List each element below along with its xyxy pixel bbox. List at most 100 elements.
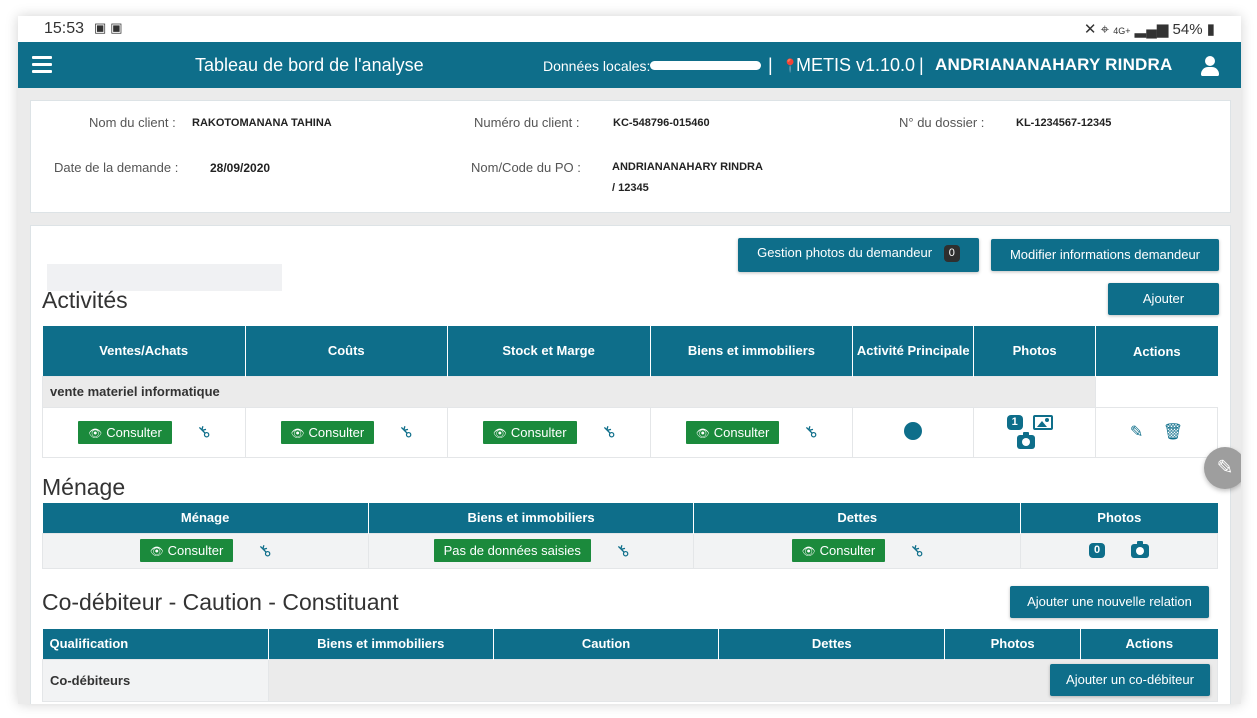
actions-cell: ✎ 🗑 (1095, 406, 1218, 458)
app-version: METIS v1.10.0 (796, 55, 916, 75)
user-name: ANDRIANANAHARY RINDRA (935, 55, 1173, 74)
mute-icon: ✕ (1083, 21, 1097, 38)
edit-icon[interactable]: ✎ (1130, 422, 1143, 442)
household-photos-cell: 0 (1020, 532, 1218, 569)
modify-requester-button[interactable]: Modifier informations demandeur (991, 239, 1219, 271)
user-icon[interactable] (1201, 56, 1219, 76)
codebtor-title: Co-débiteur - Caution - Constituant (42, 589, 399, 615)
key-icon[interactable]: ⚷ (906, 539, 928, 561)
key-icon[interactable]: ⚷ (597, 421, 619, 443)
sales-cell: 👁 Consulter ⚷ (42, 406, 246, 458)
consult-household-button[interactable]: 👁 Consulter (139, 539, 234, 562)
po-label: Nom/Code du PO : (471, 160, 581, 175)
consult-stock-button[interactable]: 👁 Consulter (482, 420, 577, 444)
client-number-value: KC-548796-015460 (613, 117, 710, 129)
household-row: 👁 Consulter ⚷ Pas de données saisies ⚷ 👁 C… (42, 532, 1218, 569)
request-date-label: Date de la demande : (54, 160, 179, 175)
file-number-label: N° du dossier : (899, 115, 985, 130)
codebtor-row-content: Ajouter un co-débiteur (267, 658, 1219, 702)
separator: | (768, 55, 773, 75)
header-photos: Photos (973, 326, 1097, 376)
key-icon[interactable]: ⚷ (800, 421, 822, 443)
debts-cell: 👁 Consulter ⚷ (693, 532, 1022, 569)
codebtor-row-label: Co-débiteurs (42, 658, 269, 702)
eye-icon: 👁 (88, 427, 103, 440)
status-time: 15:53 (44, 20, 85, 37)
activity-row: 👁 Consulter ⚷ 👁 Consulter ⚷ 👁 Consulter ⚷ 👁… (42, 406, 1218, 458)
battery-icon: ▮ (1206, 21, 1215, 38)
gallery-icon[interactable] (1032, 414, 1053, 430)
header-assets: Biens et immobiliers (650, 326, 854, 376)
app-bar: Tableau de bord de l'analyse Données loc… (18, 42, 1241, 88)
activities-table: Ventes/Achats Coûts Stock et Marge Biens… (41, 326, 1218, 458)
camera-icon[interactable] (1131, 540, 1150, 558)
client-number-label: Numéro du client : (474, 115, 580, 130)
client-name-value: RAKOTOMANANA TAHINA (192, 117, 332, 129)
separator: | (919, 55, 924, 75)
costs-cell: 👁 Consulter ⚷ (244, 406, 448, 458)
header-stock: Stock et Marge (447, 326, 651, 376)
photos-count-badge: 0 (943, 245, 960, 262)
analysis-card: Gestion photos du demandeur 0 Modifier i… (30, 225, 1231, 704)
eye-icon: 👁 (695, 427, 710, 440)
activities-header-row: Ventes/Achats Coûts Stock et Marge Biens… (42, 326, 1218, 376)
po-name-value: ANDRIANANAHARY RINDRA (612, 161, 763, 173)
key-icon[interactable]: ⚷ (254, 539, 276, 561)
header-codebtor-photos: Photos (944, 629, 1082, 659)
header-codebtor-debts: Dettes (718, 629, 946, 659)
consult-assets-button[interactable]: 👁 Consulter (685, 420, 780, 444)
eye-icon: 👁 (149, 546, 164, 558)
location-icon: ⌖ (1100, 21, 1110, 38)
request-date-value: 28/09/2020 (210, 161, 271, 175)
household-table: Ménage Biens et immobiliers Dettes Photo… (42, 503, 1218, 569)
stock-cell: 👁 Consulter ⚷ (446, 406, 651, 458)
status-notification-icons: ▣▣ (94, 20, 127, 35)
header-household-photos: Photos (1020, 503, 1218, 533)
app-title: Tableau de bord de l'analyse (195, 55, 424, 75)
household-assets-cell: Pas de données saisies ⚷ (367, 532, 695, 569)
menu-icon[interactable] (32, 56, 52, 73)
camera-icon[interactable] (1016, 432, 1035, 450)
no-data-button[interactable]: Pas de données saisies (433, 539, 591, 562)
header-household-assets: Biens et immobiliers (368, 503, 695, 533)
codebtor-row: Co-débiteurs Ajouter un co-débiteur (42, 658, 1219, 702)
add-relation-button[interactable]: Ajouter une nouvelle relation (1010, 586, 1209, 618)
assets-cell: 👁 Consulter ⚷ (649, 406, 854, 458)
key-icon[interactable]: ⚷ (395, 421, 417, 443)
eye-icon: 👁 (801, 546, 816, 558)
header-main-activity: Activité Principale (852, 326, 975, 376)
header-codebtor-assets: Biens et immobiliers (268, 629, 494, 659)
manage-photos-button[interactable]: Gestion photos du demandeur 0 (738, 238, 979, 272)
header-sales: Ventes/Achats (42, 326, 246, 376)
eye-icon: 👁 (290, 427, 305, 440)
activity-photos-count: 1 (1006, 414, 1023, 430)
trash-icon[interactable]: 🗑 (1163, 422, 1183, 442)
main-activity-cell (852, 406, 975, 458)
battery-percent: 54% (1172, 21, 1203, 38)
key-icon[interactable]: ⚷ (612, 539, 634, 561)
household-title: Ménage (42, 474, 126, 500)
activity-group-row: vente materiel informatique (41, 375, 1218, 408)
local-data-progress (650, 61, 761, 70)
status-bar: 15:53 ▣▣ ✕ ⌖ 4G+ ▂▄▆ 54% ▮ (18, 16, 1241, 42)
eye-icon: 👁 (492, 427, 507, 440)
consult-debts-button[interactable]: 👁 Consulter (791, 539, 886, 562)
key-icon[interactable]: ⚷ (193, 421, 215, 443)
consult-sales-button[interactable]: 👁 Consulter (78, 420, 172, 444)
signal-icon: ▂▄▆ (1134, 21, 1169, 38)
household-cell: 👁 Consulter ⚷ (42, 532, 369, 569)
activity-group-name: vente materiel informatique (41, 375, 1097, 408)
network-label: 4G+ (1113, 26, 1131, 36)
header-codebtor-actions: Actions (1080, 629, 1218, 659)
add-codebtor-button[interactable]: Ajouter un co-débiteur (1050, 664, 1210, 696)
manage-photos-label: Gestion photos du demandeur (757, 245, 933, 260)
status-right: ✕ ⌖ 4G+ ▂▄▆ 54% ▮ (1084, 20, 1215, 38)
header-debts: Dettes (693, 503, 1022, 533)
header-qualification: Qualification (42, 629, 269, 659)
client-name-label: Nom du client : (89, 115, 176, 130)
add-activity-button[interactable]: Ajouter (1108, 283, 1219, 315)
main-activity-indicator-icon[interactable] (904, 421, 923, 440)
consult-costs-button[interactable]: 👁 Consulter (280, 420, 375, 444)
header-caution: Caution (493, 629, 720, 659)
pencil-fab-icon[interactable]: ✎ (1204, 447, 1241, 489)
